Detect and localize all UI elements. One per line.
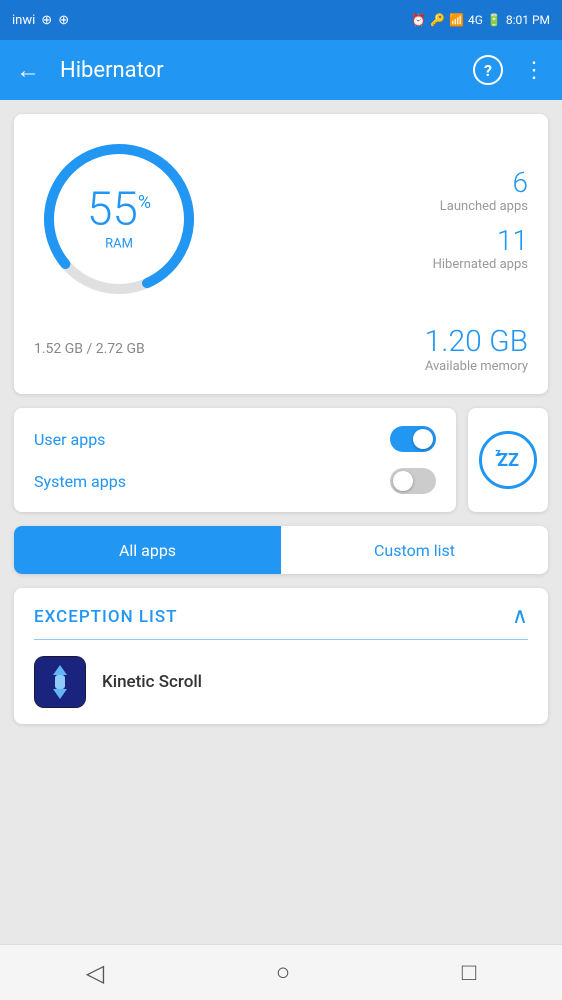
main-content: 55% RAM 6 Launched apps 11 Hibernated ap…	[0, 100, 562, 738]
launched-apps-stat: 6 Launched apps	[440, 166, 528, 214]
sleep-button[interactable]: ZZ z	[468, 408, 548, 512]
user-apps-label: User apps	[34, 430, 105, 449]
recent-nav-icon[interactable]: □	[462, 958, 477, 987]
app-icon-kinetic-scroll	[34, 656, 86, 708]
launched-apps-label: Launched apps	[440, 199, 528, 214]
top-bar: ← Hibernator ? ⋮	[0, 40, 562, 100]
back-nav-icon[interactable]: ◁	[86, 959, 104, 987]
stats-top: 55% RAM 6 Launched apps 11 Hibernated ap…	[34, 134, 528, 304]
available-memory-stat: 1.20 GB Available memory	[425, 324, 528, 374]
top-bar-icons: ? ⋮	[473, 55, 546, 85]
status-bar: inwi ⊕ ⊕ ⏰ 🔑 📶 4G 🔋 8:01 PM	[0, 0, 562, 40]
hibernated-apps-number: 11	[433, 224, 528, 257]
stats-card: 55% RAM 6 Launched apps 11 Hibernated ap…	[14, 114, 548, 394]
tab-all-apps[interactable]: All apps	[14, 526, 281, 574]
exception-card: Exception List ∧ Kinet	[14, 588, 548, 724]
user-apps-toggle-row: User apps	[34, 426, 436, 452]
time-label: 8:01 PM	[506, 13, 550, 27]
launched-apps-number: 6	[440, 166, 528, 199]
status-right: ⏰ 🔑 📶 4G 🔋 8:01 PM	[411, 13, 550, 27]
exception-divider	[34, 639, 528, 640]
more-options-button[interactable]: ⋮	[523, 58, 546, 83]
ram-circle: 55% RAM	[34, 134, 204, 304]
back-button[interactable]: ←	[16, 56, 40, 85]
sleep-icon: ZZ z	[479, 431, 537, 489]
stats-bottom: 1.52 GB / 2.72 GB 1.20 GB Available memo…	[34, 316, 528, 374]
tabs-container: All apps Custom list	[14, 526, 548, 574]
ram-percent: 55%	[87, 187, 151, 233]
chevron-up-icon[interactable]: ∧	[512, 604, 528, 629]
carrier-label: inwi	[12, 13, 35, 28]
stats-right: 6 Launched apps 11 Hibernated apps	[204, 166, 528, 272]
page-title: Hibernator	[60, 58, 473, 83]
ram-usage: 1.52 GB / 2.72 GB	[34, 341, 145, 357]
hibernated-apps-label: Hibernated apps	[433, 257, 528, 272]
svg-text:z: z	[495, 446, 501, 459]
home-nav-icon[interactable]: ○	[276, 958, 291, 987]
available-memory-label: Available memory	[425, 359, 528, 374]
hibernated-apps-stat: 11 Hibernated apps	[433, 224, 528, 272]
exception-list-title: Exception List	[34, 607, 178, 627]
alarm-icon: ⏰	[411, 13, 426, 27]
toggle-card: User apps System apps	[14, 408, 456, 512]
usb-icon-2: ⊕	[58, 13, 69, 28]
toggle-sleep-row: User apps System apps ZZ z	[14, 408, 548, 512]
system-apps-toggle-row: System apps	[34, 468, 436, 494]
network-icon: 4G	[468, 13, 483, 27]
bottom-nav: ◁ ○ □	[0, 944, 562, 1000]
tab-custom-list[interactable]: Custom list	[281, 526, 548, 574]
ram-label: RAM	[87, 237, 151, 252]
list-item: Kinetic Scroll	[14, 640, 548, 724]
status-left: inwi ⊕ ⊕	[12, 13, 69, 28]
exception-header: Exception List ∧	[14, 588, 548, 639]
usb-icon: ⊕	[41, 13, 52, 28]
system-apps-toggle[interactable]	[390, 468, 436, 494]
system-apps-label: System apps	[34, 472, 126, 491]
app-name-kinetic-scroll: Kinetic Scroll	[102, 672, 202, 692]
available-memory-number: 1.20 GB	[425, 324, 528, 359]
key-icon: 🔑	[430, 13, 445, 27]
help-button[interactable]: ?	[473, 55, 503, 85]
user-apps-toggle[interactable]	[390, 426, 436, 452]
circle-center: 55% RAM	[87, 187, 151, 252]
battery-icon: 🔋	[487, 13, 502, 27]
wifi-icon: 📶	[449, 13, 464, 27]
